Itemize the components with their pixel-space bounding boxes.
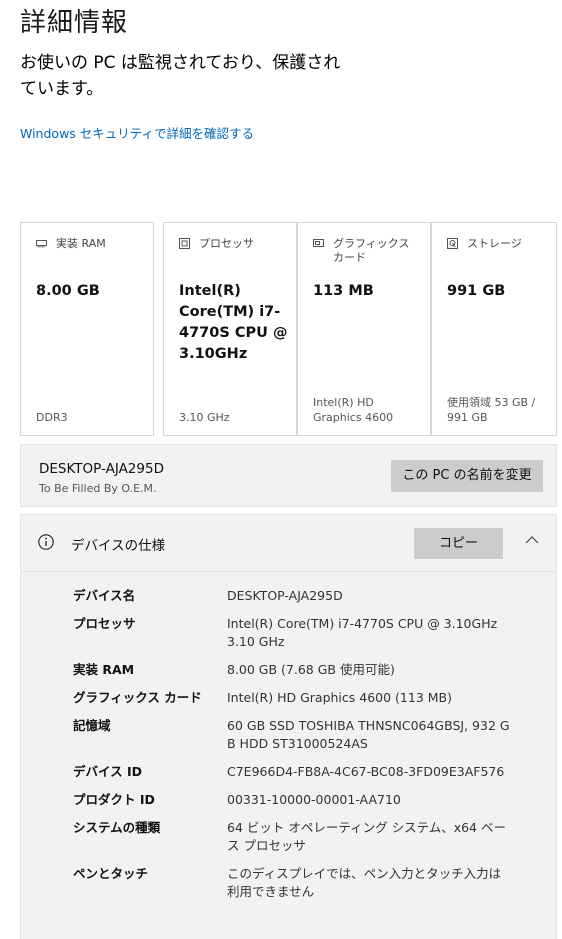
spec-row: デバイス ID C7E966D4-FB8A-4C67-BC08-3FD09E3A…	[21, 763, 556, 781]
card-value: 113 MB	[313, 283, 374, 299]
spec-row: システムの種類 64 ビット オペレーティング システム、x64 ベース プロセ…	[21, 819, 556, 855]
spec-label: プロセッサ	[73, 616, 136, 631]
device-specs-header[interactable]: デバイスの仕様 コピー	[21, 515, 556, 572]
spec-value: 60 GB SSD TOSHIBA THNSNC064GBSJ, 932 GB …	[227, 718, 510, 751]
card-label: グラフィックス カード	[333, 237, 410, 264]
processor-icon	[179, 238, 190, 249]
spec-label: 実装 RAM	[73, 662, 135, 677]
spec-value: C7E966D4-FB8A-4C67-BC08-3FD09E3AF576	[227, 764, 505, 779]
graphics-card-icon	[313, 239, 324, 247]
hardware-summary-cards: 実装 RAM 8.00 GB DDR3 プロセッサ Intel(R) Core(…	[20, 222, 557, 436]
spec-value: 00331-10000-00001-AA710	[227, 792, 401, 807]
spec-label: 記憶域	[73, 718, 111, 733]
card-value: Intel(R) Core(TM) i7-4770S CPU @ 3.10GHz	[179, 283, 288, 362]
pc-name-panel: DESKTOP-AJA295D To Be Filled By O.E.M. こ…	[20, 444, 557, 507]
card-footer: Intel(R) HD Graphics 4600	[313, 396, 394, 424]
spec-row: プロセッサ Intel(R) Core(TM) i7-4770S CPU @ 3…	[21, 615, 556, 651]
page-title: 詳細情報	[20, 8, 129, 38]
graphics-card-card: グラフィックス カード 113 MB Intel(R) HD Graphics …	[297, 222, 431, 436]
card-footer: DDR3	[36, 411, 68, 424]
spec-value: このディスプレイでは、ペン入力とタッチ入力は利用できません	[227, 866, 502, 899]
device-specs-panel: デバイスの仕様 コピー デバイス名 DESKTOP-AJA295D プロセッサ …	[20, 514, 557, 939]
spec-label: デバイス名	[73, 588, 136, 603]
card-label: 実装 RAM	[56, 237, 106, 250]
spec-value: 64 ビット オペレーティング システム、x64 ベース プロセッサ	[227, 820, 506, 853]
processor-card: プロセッサ Intel(R) Core(TM) i7-4770S CPU @ 3…	[163, 222, 297, 436]
device-specs-title: デバイスの仕様	[71, 538, 166, 554]
spec-label: グラフィックス カード	[73, 690, 202, 705]
spec-label: ペンとタッチ	[73, 866, 149, 881]
spec-row: グラフィックス カード Intel(R) HD Graphics 4600 (1…	[21, 689, 556, 707]
pc-name: DESKTOP-AJA295D	[39, 461, 164, 477]
spec-label: プロダクト ID	[73, 792, 155, 807]
ram-card: 実装 RAM 8.00 GB DDR3	[20, 222, 154, 436]
spec-row: 記憶域 60 GB SSD TOSHIBA THNSNC064GBSJ, 932…	[21, 717, 556, 753]
storage-card: ストレージ 991 GB 使用領域 53 GB / 991 GB	[431, 222, 557, 436]
chevron-up-icon[interactable]	[525, 535, 539, 545]
spec-row: ペンとタッチ このディスプレイでは、ペン入力とタッチ入力は利用できません	[21, 865, 556, 901]
windows-security-link[interactable]: Windows セキュリティで詳細を確認する	[20, 123, 254, 142]
card-value: 991 GB	[447, 283, 506, 299]
spec-row: 実装 RAM 8.00 GB (7.68 GB 使用可能)	[21, 661, 556, 679]
info-icon	[38, 534, 54, 550]
pc-manufacturer: To Be Filled By O.E.M.	[39, 482, 157, 495]
spec-value: Intel(R) HD Graphics 4600 (113 MB)	[227, 690, 452, 705]
spec-value: 8.00 GB (7.68 GB 使用可能)	[227, 662, 395, 677]
spec-value: DESKTOP-AJA295D	[227, 588, 343, 603]
spec-label: デバイス ID	[73, 764, 143, 779]
spec-value: Intel(R) Core(TM) i7-4770S CPU @ 3.10GHz…	[227, 616, 498, 649]
card-footer: 3.10 GHz	[179, 411, 230, 424]
copy-button[interactable]: コピー	[414, 528, 503, 559]
card-footer: 使用領域 53 GB / 991 GB	[447, 396, 536, 424]
rename-pc-button[interactable]: この PC の名前を変更	[391, 460, 543, 492]
ram-icon	[36, 240, 47, 248]
card-label: プロセッサ	[199, 237, 254, 250]
device-specs-list: デバイス名 DESKTOP-AJA295D プロセッサ Intel(R) Cor…	[21, 587, 556, 911]
storage-icon	[447, 238, 458, 249]
protection-status-text: お使いの PC は監視されており、保護されています。	[20, 53, 341, 99]
spec-row: デバイス名 DESKTOP-AJA295D	[21, 587, 556, 605]
spec-row: プロダクト ID 00331-10000-00001-AA710	[21, 791, 556, 809]
card-value: 8.00 GB	[36, 283, 100, 299]
card-label: ストレージ	[467, 237, 522, 250]
spec-label: システムの種類	[73, 820, 161, 835]
